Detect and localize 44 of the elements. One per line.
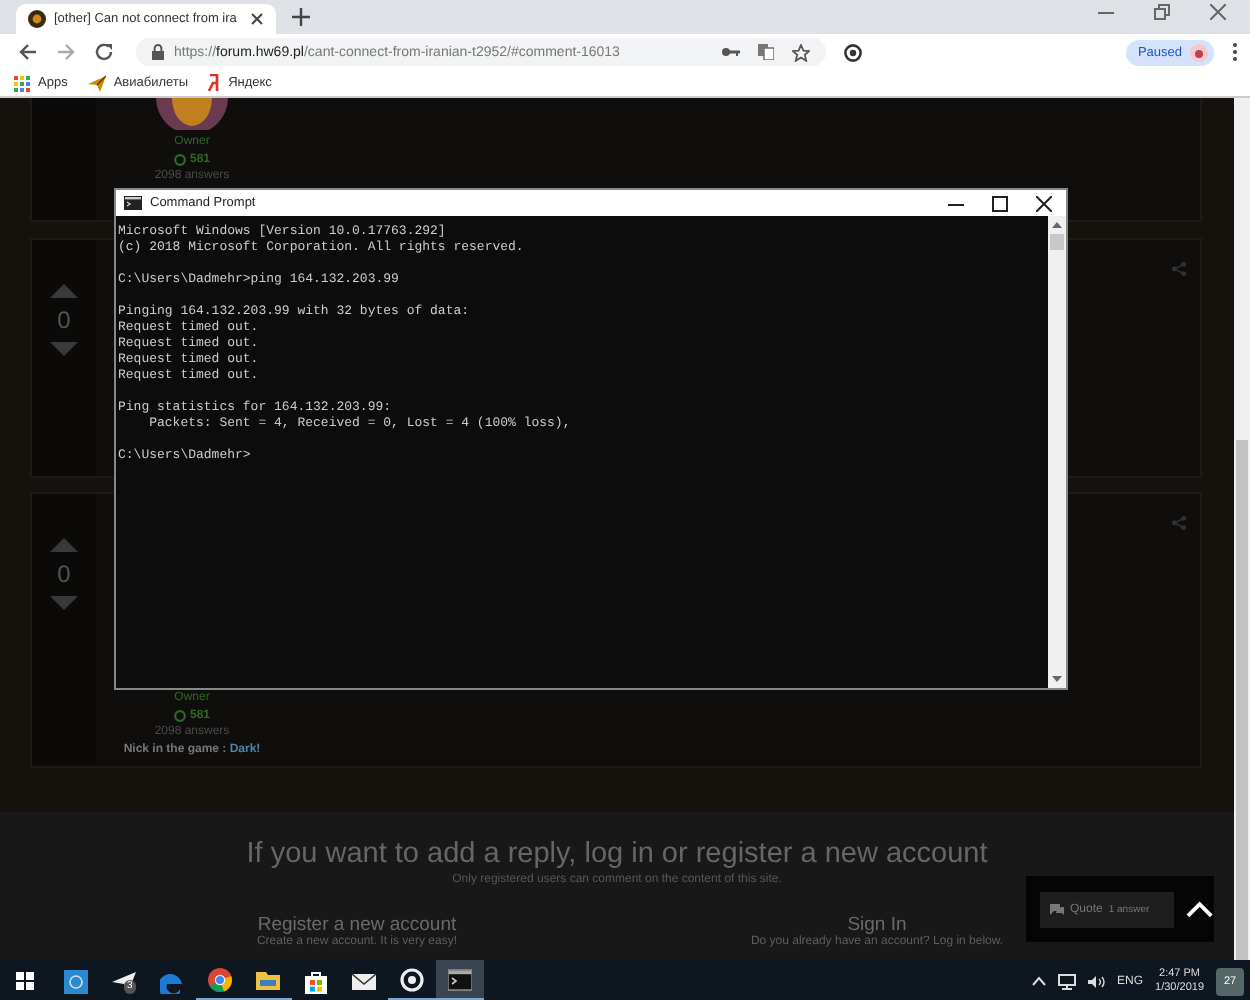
folder-icon [256,967,280,991]
site-icon [28,10,46,28]
scroll-down-icon [1052,676,1062,682]
speech-icon [1050,903,1064,915]
key-icon[interactable] [722,46,740,58]
apps-grid-icon [14,75,30,91]
reputation-icon [173,709,186,722]
ring-icon [400,967,424,991]
speaker-icon[interactable] [1087,973,1106,989]
back-icon[interactable] [18,42,38,62]
console-icon [448,967,472,991]
network-icon[interactable] [1057,973,1076,989]
avatar-icon [156,98,228,130]
close-icon[interactable] [250,12,264,26]
reputation-icon [173,153,186,166]
windows-start-icon[interactable] [16,972,34,990]
reload-icon[interactable] [94,42,114,62]
maximize-icon[interactable] [992,195,1008,211]
console-icon [124,196,142,210]
translate-icon[interactable] [758,44,774,60]
taskbar-button[interactable] [436,960,484,1000]
scrollbar-thumb[interactable] [1050,234,1064,250]
extension-icon[interactable] [844,43,862,61]
yandex-icon [208,74,221,92]
avatar-icon [1190,43,1208,61]
vote-count: 0 [57,306,71,334]
scroll-top-icon[interactable] [1186,900,1214,918]
envelope-icon [352,969,376,993]
menu-icon[interactable] [1232,42,1238,62]
edge-icon [160,969,184,993]
footer-heading: If you want to add a reply, log in or register a new account [246,838,988,872]
shopping-bag-icon [304,969,328,993]
console-scrollbar[interactable] [1048,216,1066,688]
app-tile-icon [64,969,88,993]
lock-icon [152,44,164,60]
new-tab-icon[interactable] [292,8,310,26]
close-icon[interactable] [1036,195,1052,211]
vote-count: 0 [57,560,71,588]
page-scrollbar[interactable] [1234,98,1250,960]
airplane-icon [87,74,106,92]
star-icon[interactable] [792,43,810,61]
restore-icon[interactable] [1154,3,1170,19]
chrome-icon [208,967,232,991]
chevron-up-icon[interactable] [1031,976,1046,986]
